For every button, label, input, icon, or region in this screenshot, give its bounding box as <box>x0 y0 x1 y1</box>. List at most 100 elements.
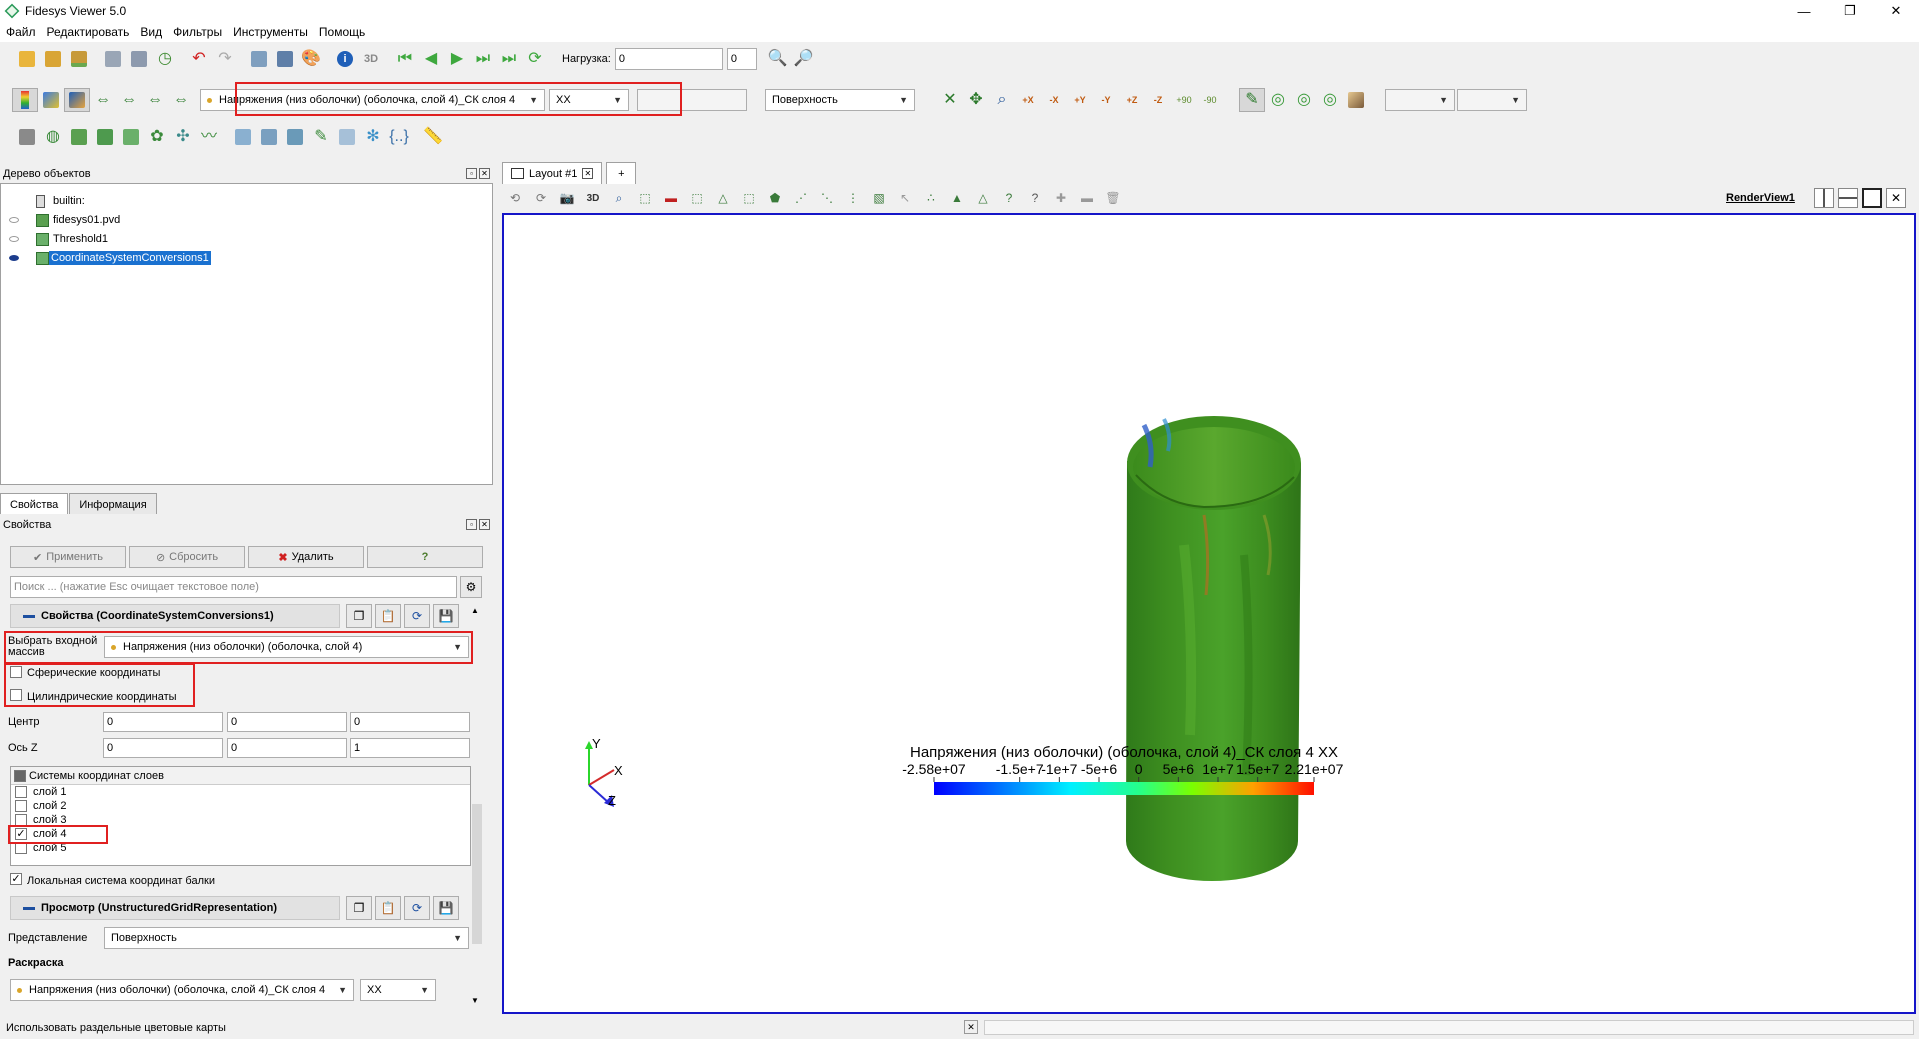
contour-icon[interactable]: ◍ <box>40 125 66 149</box>
restore-defaults-button[interactable]: ⟳ <box>404 604 430 628</box>
float-panel-icon[interactable]: ▫ <box>466 168 477 179</box>
close-panel-icon[interactable]: ✕ <box>479 519 490 530</box>
snowflake-icon[interactable]: ✻ <box>360 125 386 149</box>
ruler-icon[interactable]: 📏 <box>420 125 446 149</box>
array-select[interactable]: Напряжения (низ оболочки) (оболочка, сло… <box>200 89 545 111</box>
maximize-view-icon[interactable] <box>1862 188 1882 208</box>
triangle-icon[interactable]: ▲ <box>944 188 970 208</box>
palette-icon[interactable]: 🎨 <box>298 47 324 71</box>
reset-range-icon[interactable] <box>64 88 90 112</box>
reset-closest-icon[interactable]: ✥ <box>963 88 989 112</box>
visibility-eye-icon[interactable] <box>9 236 19 242</box>
grow-selection-icon[interactable]: ▧ <box>866 188 892 208</box>
rescale-custom-icon[interactable]: ⇔ <box>90 88 116 112</box>
tree-item-builtin[interactable]: builtin: <box>1 192 491 210</box>
plot-icon[interactable] <box>334 125 360 149</box>
reset-button[interactable]: ⊘ Сбросить <box>129 546 245 568</box>
reset-center-icon[interactable]: ◎ <box>1291 88 1317 112</box>
3d-mode-icon[interactable]: 3D <box>358 47 384 71</box>
layer-row[interactable]: слой 2 <box>11 799 470 813</box>
load-state-icon[interactable] <box>100 47 126 71</box>
view-minus-y-icon[interactable]: -Y <box>1093 88 1119 112</box>
beam-local-checkbox[interactable]: ✓ <box>10 873 22 885</box>
rotation-center-icon[interactable]: ◎ <box>1265 88 1291 112</box>
spherical-checkbox[interactable] <box>10 666 22 678</box>
properties-section-header[interactable]: Свойства (CoordinateSystemConversions1) <box>10 604 340 628</box>
zoom-to-box-icon[interactable]: 🔎 <box>791 47 817 71</box>
view-minus-x-icon[interactable]: -X <box>1041 88 1067 112</box>
coloring-array-combo[interactable]: Напряжения (низ оболочки) (оболочка, сло… <box>10 979 354 1001</box>
empty-combo-1[interactable]: ▼ <box>1385 89 1455 111</box>
view-plus-z-icon[interactable]: +Z <box>1119 88 1145 112</box>
paste-button[interactable]: 📋 <box>375 896 401 920</box>
select-points-on-icon[interactable]: ⋰ <box>788 188 814 208</box>
add-icon[interactable]: ✚ <box>1048 188 1074 208</box>
layer-checkbox[interactable] <box>15 842 27 854</box>
query-icon[interactable]: ? <box>1022 188 1048 208</box>
script-braces-icon[interactable]: {..} <box>386 125 412 149</box>
calculator-icon[interactable] <box>14 125 40 149</box>
remove-icon[interactable]: ▬ <box>1074 188 1100 208</box>
capture-icon[interactable]: ⟳ <box>528 188 554 208</box>
close-view-icon[interactable]: ✕ <box>1886 188 1906 208</box>
center-y-input[interactable]: 0 <box>227 712 347 732</box>
layer-checkbox[interactable] <box>15 814 27 826</box>
input-array-select[interactable]: Напряжения (низ оболочки) (оболочка, сло… <box>104 636 469 658</box>
menu-tools[interactable]: Инструменты <box>233 25 308 39</box>
float-panel-icon[interactable]: ▫ <box>466 519 477 530</box>
zoom-icon[interactable]: ⌕ <box>606 188 632 208</box>
clip-icon[interactable] <box>66 125 92 149</box>
scroll-up-arrow[interactable]: ▲ <box>471 606 479 615</box>
menu-help[interactable]: Помощь <box>319 25 365 39</box>
layers-all-checkbox[interactable] <box>14 770 26 782</box>
cube-axes-icon[interactable] <box>1343 88 1369 112</box>
tree-item-fidesys01[interactable]: fidesys01.pvd <box>1 211 491 229</box>
delete-button[interactable]: ✖ Удалить <box>248 546 364 568</box>
layer-checkbox[interactable]: ✓ <box>15 828 27 840</box>
first-frame-icon[interactable]: ⏮ <box>392 47 418 71</box>
paste-button[interactable]: 📋 <box>375 604 401 628</box>
layer-row[interactable]: слой 1 <box>11 785 470 799</box>
edit-icon[interactable]: ✎ <box>308 125 334 149</box>
slice-icon[interactable] <box>92 125 118 149</box>
connect-icon[interactable] <box>246 47 272 71</box>
zaxis-y-input[interactable]: 0 <box>227 738 347 758</box>
search-input[interactable]: Поиск ... (нажатие Esc очищает текстовое… <box>10 576 457 598</box>
layer-row[interactable]: слой 3 <box>11 813 470 827</box>
representation-combo[interactable]: Поверхность ▼ <box>104 927 469 949</box>
menu-edit[interactable]: Редактировать <box>47 25 130 39</box>
advanced-settings-button[interactable]: ⚙ <box>460 576 482 598</box>
cursor-icon[interactable]: ↖ <box>892 188 918 208</box>
center-x-input[interactable]: 0 <box>103 712 223 732</box>
split-horizontal-icon[interactable] <box>1814 188 1834 208</box>
redo-icon[interactable]: ↷ <box>212 47 238 71</box>
save-defaults-button[interactable]: 💾 <box>433 896 459 920</box>
restore-defaults-button[interactable]: ⟳ <box>404 896 430 920</box>
zaxis-x-input[interactable]: 0 <box>103 738 223 758</box>
cylindrical-checkbox[interactable] <box>10 689 22 701</box>
tree-item-coordinate-conversions[interactable]: CoordinateSystemConversions1 <box>1 249 491 267</box>
zoom-to-data-icon[interactable]: 🔍 <box>765 47 791 71</box>
pick-center-icon[interactable]: ✎ <box>1239 88 1265 112</box>
view-plus-y-icon[interactable]: +Y <box>1067 88 1093 112</box>
menu-view[interactable]: Вид <box>140 25 162 39</box>
open-folder-icon[interactable] <box>14 47 40 71</box>
visibility-eye-icon[interactable] <box>9 217 19 223</box>
copy-button[interactable]: ❐ <box>346 604 372 628</box>
view-section-header[interactable]: Просмотр (UnstructuredGridRepresentation… <box>10 896 340 920</box>
save-defaults-button[interactable]: 💾 <box>433 604 459 628</box>
coloring-component-combo[interactable]: XX ▼ <box>360 979 436 1001</box>
zaxis-z-input[interactable]: 1 <box>350 738 470 758</box>
save-state-icon[interactable] <box>126 47 152 71</box>
menu-filters[interactable]: Фильтры <box>173 25 222 39</box>
reset-camera-icon[interactable]: ✕ <box>937 88 963 112</box>
layer-checkbox[interactable] <box>15 786 27 798</box>
select-block-icon[interactable]: △ <box>710 188 736 208</box>
color-legend-icon[interactable] <box>12 88 38 112</box>
tab-information[interactable]: Информация <box>69 493 157 515</box>
help-button[interactable]: ? <box>367 546 483 568</box>
history-icon[interactable]: ◷ <box>152 47 178 71</box>
next-frame-icon[interactable]: ⏭ <box>470 47 496 71</box>
select-polygon-icon[interactable]: ⬟ <box>762 188 788 208</box>
menu-file[interactable]: Файл <box>6 25 36 39</box>
